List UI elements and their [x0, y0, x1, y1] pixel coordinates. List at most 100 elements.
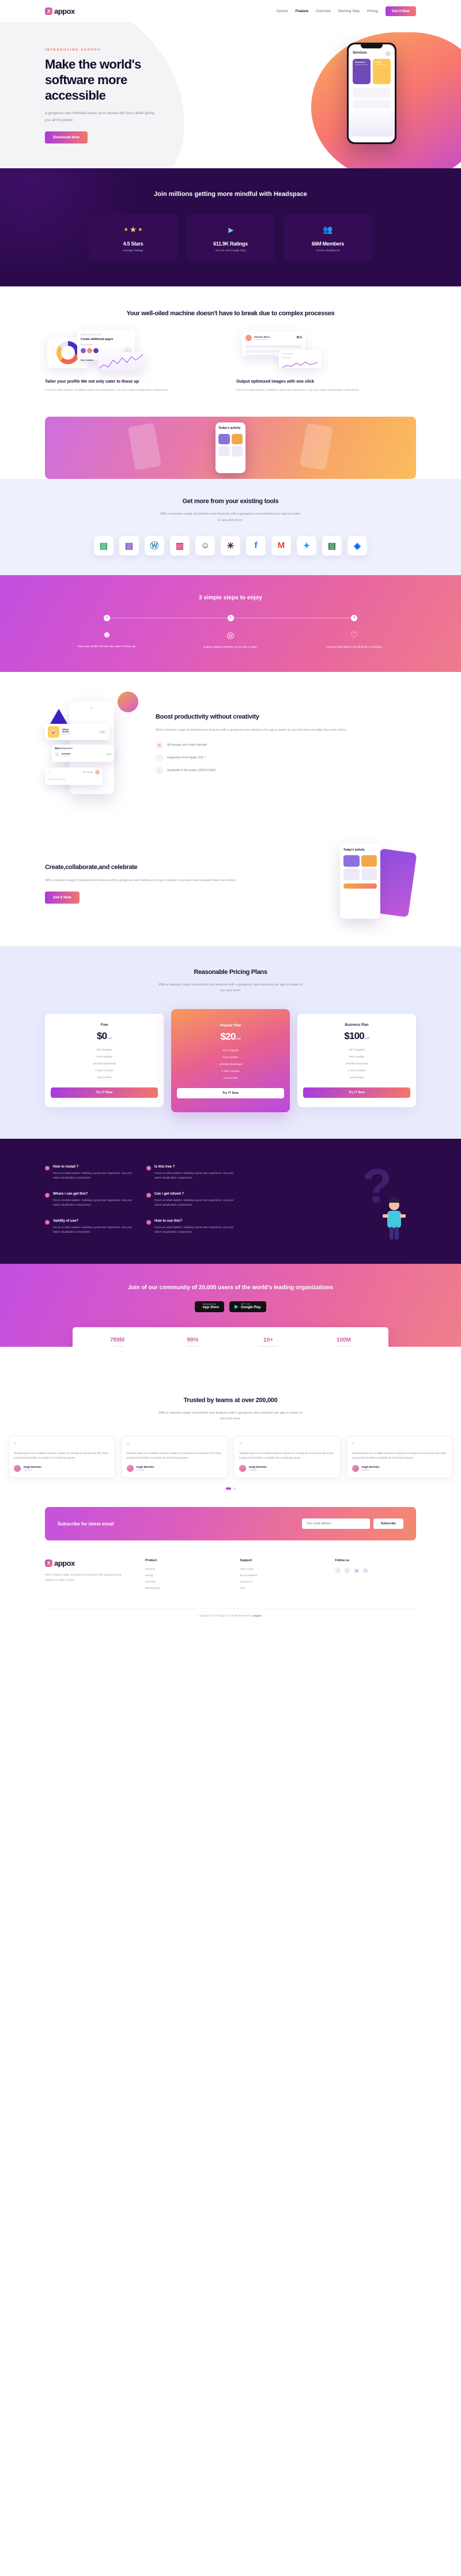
- boost-artwork: ⟳ 🐷 Wallet $3,950 MasterCard Total Most …: [45, 692, 142, 801]
- testimonial-name: Hugh Bertrten: [361, 1465, 380, 1469]
- sparkline-chart: [99, 354, 143, 369]
- plan-cta-button[interactable]: Try iT Now: [51, 1087, 158, 1098]
- back-arrow-icon[interactable]: ←: [48, 770, 51, 774]
- faq-answer: Focus on what matters—building a great u…: [154, 1225, 234, 1234]
- more-detailed-link[interactable]: More detailed: [81, 359, 93, 361]
- hero-subtitle: A gorgeous new interface keeps your canv…: [45, 111, 154, 122]
- faq-answer: Focus on what matters—building a great u…: [154, 1171, 234, 1180]
- plan-cta-button[interactable]: Try iT Now: [177, 1087, 284, 1098]
- mailchimp-icon[interactable]: ☺: [195, 535, 215, 556]
- location-icon: ◎: [226, 630, 235, 640]
- google-play-icon: ▶: [235, 1303, 239, 1309]
- feature-mockup-1: 05 days | Dec 18, 2019 Create additional…: [45, 330, 225, 372]
- twitter-icon[interactable]: t: [344, 1567, 351, 1574]
- logo[interactable]: X appox: [45, 7, 75, 16]
- linkedin-icon[interactable]: in: [362, 1567, 369, 1574]
- tools-heading: Get more from your existing tools: [182, 498, 279, 505]
- step-text: Explore nearby Whether you're new in tow…: [203, 645, 258, 649]
- stat-label: Average Ratings: [123, 249, 143, 252]
- wordpress-icon[interactable]: Ⓦ: [145, 535, 164, 556]
- plan-cta-button[interactable]: Try iT Now: [303, 1087, 410, 1098]
- footer-link[interactable]: Overview: [145, 1580, 226, 1583]
- footer-link[interactable]: Working Step: [145, 1587, 226, 1589]
- stat-label: Across all platforms: [316, 249, 340, 252]
- facebook-icon[interactable]: f: [246, 535, 266, 556]
- tools-section: Get more from your existing tools With a…: [0, 479, 461, 575]
- machine-heading: Your well-oiled machine doesn't have to …: [126, 309, 335, 317]
- plan-feature: 24/7 Support: [96, 1049, 112, 1052]
- facebook-icon[interactable]: f: [335, 1567, 342, 1574]
- plan-period: / month: [364, 1037, 370, 1040]
- nav-item-pricing[interactable]: Pricing: [367, 9, 378, 13]
- expense-item: Insurance: [62, 752, 71, 755]
- nav-item-working-step[interactable]: Working Step: [338, 9, 360, 13]
- create-cta-button[interactable]: Get It Now: [45, 892, 80, 904]
- stat-value: 611.9K Ratings: [213, 240, 248, 247]
- footer-link[interactable]: Features: [145, 1567, 226, 1570]
- footer-link[interactable]: Help Center: [240, 1567, 322, 1570]
- testimonial-body: Telegram gives us a scalable,long-term s…: [239, 1451, 334, 1459]
- step-text: Tailor your profile We not only cater to…: [77, 645, 137, 648]
- plan-feature: 1 Year Licnese: [95, 1070, 114, 1073]
- stats-section: Join millions getting more mindful with …: [0, 168, 461, 286]
- banner-tile: [231, 445, 243, 456]
- get-it-now-button[interactable]: Get It Now: [385, 6, 416, 16]
- carousel-dot-active[interactable]: [225, 1487, 231, 1490]
- footer-logo[interactable]: X appox: [45, 1559, 131, 1567]
- footer-column-title: Follow us: [335, 1559, 350, 1563]
- phone-card-sub: Trading has always: [355, 64, 368, 66]
- gmail-icon[interactable]: M: [271, 535, 291, 556]
- pricing-card-free: Free $0/ month 24/7 Support Free Update …: [45, 1014, 164, 1108]
- faq-item-6[interactable]: ? How to use this? Focus on what matters…: [146, 1219, 235, 1235]
- plan-price: $0/ month: [51, 1030, 158, 1042]
- google-forms-icon[interactable]: ▤: [119, 535, 139, 556]
- carousel-dot[interactable]: [233, 1487, 236, 1490]
- plan-feature: Free Update: [349, 1056, 365, 1059]
- google-play-button[interactable]: ▶ GET IT ON Google Play: [229, 1301, 266, 1312]
- instagram-icon[interactable]: ◉: [353, 1567, 360, 1574]
- tools-subtitle: With a massive range of powerful new fea…: [160, 512, 301, 522]
- footer-link[interactable]: FAQ: [240, 1587, 322, 1589]
- faq-question: Is this free ?: [154, 1165, 175, 1169]
- avatar: [95, 770, 100, 775]
- logo-icon: X: [45, 1559, 52, 1567]
- banner-tile: [231, 433, 243, 444]
- feature-col-1: 05 days | Dec 18, 2019 Create additional…: [45, 330, 225, 394]
- apple-icon: [156, 754, 163, 762]
- carousel-dots[interactable]: [0, 1487, 461, 1490]
- metrics-card: 789M Downloads 99% Satisfaction 10+ Best…: [73, 1327, 388, 1347]
- footer-link[interactable]: Documentation: [240, 1574, 322, 1577]
- faq-answer: Focus on what matters—building a great u…: [53, 1171, 133, 1180]
- excel-icon[interactable]: ▤: [322, 535, 342, 556]
- phone-card-title: Insurance -: [355, 61, 366, 63]
- elementor-icon[interactable]: ▥: [170, 535, 190, 556]
- footer-about: With a massive range of powerful new fea…: [45, 1573, 122, 1582]
- download-now-button[interactable]: Download Now: [45, 131, 88, 143]
- metric-downloads: 789M Downloads: [80, 1337, 155, 1347]
- faq-item-5[interactable]: ? Validity of use? Focus on what matters…: [45, 1219, 134, 1235]
- subscribe-button[interactable]: Subscribe: [373, 1519, 403, 1529]
- faq-item-3[interactable]: ? Where i can get this? Focus on what ma…: [45, 1192, 134, 1208]
- plan-feature: Source files: [349, 1077, 364, 1080]
- nav-item-demos[interactable]: Demos: [277, 9, 288, 13]
- app-store-button[interactable]: Download on the App Store: [195, 1301, 225, 1312]
- stats-heading: Join millions getting more mindful with …: [154, 191, 307, 198]
- email-input[interactable]: [301, 1519, 370, 1529]
- footer-link[interactable]: Contact Us: [240, 1580, 322, 1583]
- faq-item-4[interactable]: ? Can i get refund ? Focus on what matte…: [146, 1192, 235, 1208]
- nav-item-feature[interactable]: Feature: [296, 9, 308, 13]
- card-tabs[interactable]: Insurance Credit Invoice: [48, 778, 100, 780]
- slack-icon[interactable]: ✳: [221, 535, 240, 556]
- footer-link[interactable]: Pricing: [145, 1574, 226, 1577]
- plan-feature: 1 Year Licnese: [221, 1070, 240, 1073]
- footer-logo-text: appox: [54, 1559, 75, 1568]
- twitter-icon[interactable]: ✦: [297, 535, 316, 556]
- create-section: Today's activity Create,collaborate,and …: [0, 821, 461, 946]
- avatar: [239, 1465, 246, 1472]
- nav-item-overview[interactable]: Overview: [316, 9, 331, 13]
- faq-item-2[interactable]: ? Is this free ? Focus on what matters—b…: [146, 1165, 235, 1181]
- faq-item-1[interactable]: ? How to install ? Focus on what matters…: [45, 1165, 134, 1181]
- dropbox-icon[interactable]: ◈: [347, 535, 367, 556]
- metric-satisfaction: 99% Satisfaction: [155, 1337, 231, 1347]
- google-sheets-icon[interactable]: ▤: [94, 535, 114, 556]
